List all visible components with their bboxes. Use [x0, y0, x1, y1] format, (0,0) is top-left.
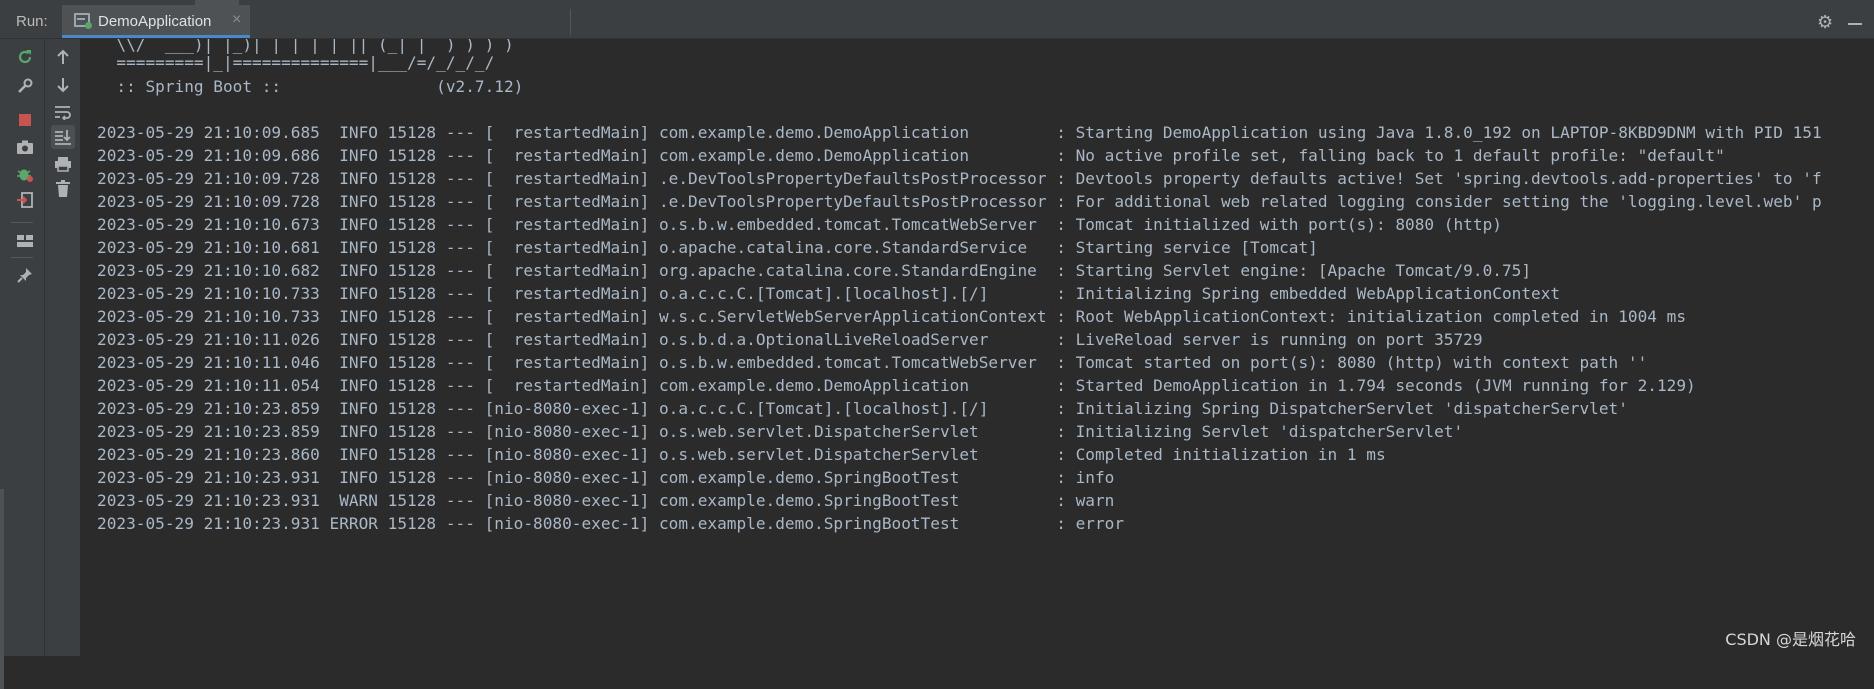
log-line: 2023-05-29 21:10:23.931 WARN 15128 --- […: [97, 491, 1115, 510]
side-tool-strip: [0, 489, 4, 689]
run-label: Run:: [16, 13, 48, 30]
run-toolbar-header: Run: DemoApplication × ⚙: [0, 5, 1874, 39]
banner-line: =========|_|==============|___/=/_/_/_/: [97, 53, 495, 72]
tab-title: DemoApplication: [98, 13, 212, 30]
log-line: 2023-05-29 21:10:23.859 INFO 15128 --- […: [97, 399, 1628, 418]
log-line: 2023-05-29 21:10:23.931 ERROR 15128 --- …: [97, 514, 1125, 533]
console-actions-toolbar: [45, 39, 81, 656]
log-line: 2023-05-29 21:10:09.686 INFO 15128 --- […: [97, 146, 1725, 165]
log-line: 2023-05-29 21:10:10.682 INFO 15128 --- […: [97, 261, 1532, 280]
log-line: 2023-05-29 21:10:23.859 INFO 15128 --- […: [97, 422, 1464, 441]
log-line: 2023-05-29 21:10:10.733 INFO 15128 --- […: [97, 284, 1561, 303]
wrench-icon[interactable]: [13, 74, 37, 98]
log-line: 2023-05-29 21:10:09.728 INFO 15128 --- […: [97, 192, 1822, 211]
console-output[interactable]: \\/ ___)| |_)| | | | | || (_| | ) ) ) ) …: [81, 39, 1874, 656]
arrow-up-icon[interactable]: [51, 45, 75, 69]
exit-icon[interactable]: [13, 188, 37, 212]
log-line: 2023-05-29 21:10:11.026 INFO 15128 --- […: [97, 330, 1483, 349]
log-line: 2023-05-29 21:10:10.681 INFO 15128 --- […: [97, 238, 1318, 257]
run-actions-toolbar: [0, 39, 45, 689]
arrow-down-icon[interactable]: [51, 73, 75, 97]
toolbar-separator: [11, 257, 33, 258]
camera-icon[interactable]: [13, 135, 37, 159]
soft-wrap-icon[interactable]: [51, 100, 75, 124]
watermark: CSDN @是烟花哈: [1725, 630, 1856, 649]
log-line: 2023-05-29 21:10:23.931 INFO 15128 --- […: [97, 468, 1115, 487]
print-icon[interactable]: [51, 152, 75, 176]
scroll-to-end-icon[interactable]: [51, 125, 75, 149]
banner-line: :: Spring Boot :: (v2.7.12): [97, 77, 524, 96]
minimize-icon[interactable]: [1848, 23, 1862, 25]
toolbar-separator: [11, 222, 33, 223]
trash-icon[interactable]: [51, 177, 75, 201]
log-line: 2023-05-29 21:10:11.054 INFO 15128 --- […: [97, 376, 1696, 395]
application-icon: [74, 13, 92, 29]
rerun-icon[interactable]: [13, 45, 37, 69]
log-line: 2023-05-29 21:10:23.860 INFO 15128 --- […: [97, 445, 1386, 464]
layout-icon[interactable]: [13, 229, 37, 253]
log-line: 2023-05-29 21:10:09.685 INFO 15128 --- […: [97, 123, 1822, 142]
log-line: 2023-05-29 21:10:10.673 INFO 15128 --- […: [97, 215, 1502, 234]
log-line: 2023-05-29 21:10:11.046 INFO 15128 --- […: [97, 353, 1648, 372]
debug-bug-icon[interactable]: [13, 162, 37, 186]
tab-demo-application[interactable]: DemoApplication ×: [62, 5, 250, 38]
pin-icon[interactable]: [13, 263, 37, 287]
log-line: 2023-05-29 21:10:09.728 INFO 15128 --- […: [97, 169, 1822, 188]
close-icon[interactable]: ×: [232, 11, 241, 29]
header-divider: [570, 9, 571, 35]
stop-icon[interactable]: [13, 108, 37, 132]
gear-icon[interactable]: ⚙: [1817, 12, 1833, 33]
log-line: 2023-05-29 21:10:10.733 INFO 15128 --- […: [97, 307, 1687, 326]
